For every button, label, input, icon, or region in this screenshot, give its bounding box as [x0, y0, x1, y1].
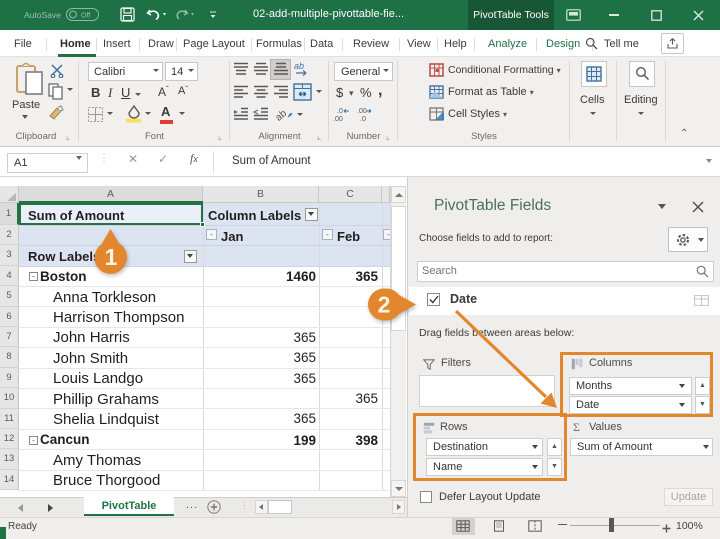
svg-text:.0: .0 [337, 108, 343, 115]
svg-text:.00: .00 [333, 116, 343, 122]
svg-text:.00: .00 [357, 108, 367, 115]
svg-text:1: 1 [105, 244, 118, 270]
svg-text:.0: .0 [360, 116, 366, 122]
svg-text:ab: ab [276, 108, 289, 122]
svg-text:2: 2 [378, 292, 391, 318]
svg-text:Off: Off [81, 13, 90, 20]
svg-text:ab: ab [294, 61, 304, 71]
